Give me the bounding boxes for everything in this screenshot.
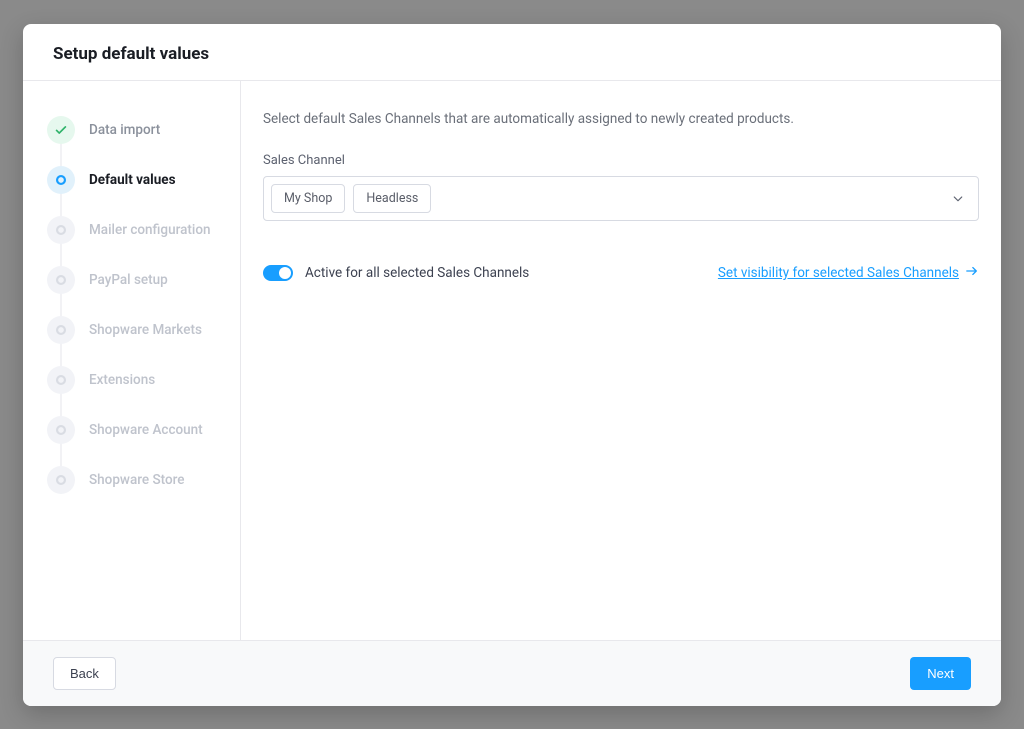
modal-header: Setup default values bbox=[23, 24, 1001, 81]
check-icon bbox=[47, 116, 75, 144]
step-paypal-setup[interactable]: PayPal setup bbox=[47, 255, 240, 305]
step-label: PayPal setup bbox=[89, 272, 168, 288]
active-toggle-wrap: Active for all selected Sales Channels bbox=[263, 265, 529, 281]
circle-active-icon bbox=[47, 166, 75, 194]
step-label: Extensions bbox=[89, 372, 155, 388]
helptext: Select default Sales Channels that are a… bbox=[263, 111, 979, 127]
step-shopware-store[interactable]: Shopware Store bbox=[47, 455, 240, 505]
circle-pending-icon bbox=[47, 366, 75, 394]
modal-footer: Back Next bbox=[23, 640, 1001, 706]
set-visibility-link[interactable]: Set visibility for selected Sales Channe… bbox=[718, 265, 979, 281]
step-label: Mailer configuration bbox=[89, 222, 211, 238]
step-extensions[interactable]: Extensions bbox=[47, 355, 240, 405]
circle-pending-icon bbox=[47, 316, 75, 344]
step-default-values[interactable]: Default values bbox=[47, 155, 240, 205]
sales-channel-select[interactable]: My Shop Headless bbox=[263, 176, 979, 221]
chevron-down-icon bbox=[952, 189, 964, 208]
circle-pending-icon bbox=[47, 416, 75, 444]
circle-pending-icon bbox=[47, 216, 75, 244]
step-label: Shopware Store bbox=[89, 472, 185, 488]
modal-body: Data import Default values Mailer config… bbox=[23, 81, 1001, 640]
step-label: Shopware Markets bbox=[89, 322, 202, 338]
arrow-right-icon bbox=[965, 265, 979, 281]
circle-pending-icon bbox=[47, 466, 75, 494]
sales-channel-tag[interactable]: My Shop bbox=[271, 184, 345, 213]
next-button[interactable]: Next bbox=[910, 657, 971, 690]
sales-channel-tag[interactable]: Headless bbox=[353, 184, 431, 213]
row-controls: Active for all selected Sales Channels S… bbox=[263, 265, 979, 281]
step-list: Data import Default values Mailer config… bbox=[47, 105, 240, 505]
wizard-sidebar: Data import Default values Mailer config… bbox=[23, 81, 241, 640]
page-title: Setup default values bbox=[53, 44, 971, 64]
sales-channel-label: Sales Channel bbox=[263, 153, 979, 168]
active-toggle-label: Active for all selected Sales Channels bbox=[305, 265, 529, 281]
link-text: Set visibility for selected Sales Channe… bbox=[718, 265, 959, 281]
step-data-import[interactable]: Data import bbox=[47, 105, 240, 155]
step-label: Default values bbox=[89, 172, 176, 188]
step-label: Shopware Account bbox=[89, 422, 203, 438]
active-toggle[interactable] bbox=[263, 265, 293, 281]
step-shopware-account[interactable]: Shopware Account bbox=[47, 405, 240, 455]
setup-modal: Setup default values Data import Default… bbox=[23, 24, 1001, 706]
step-label: Data import bbox=[89, 122, 160, 138]
circle-pending-icon bbox=[47, 266, 75, 294]
back-button[interactable]: Back bbox=[53, 657, 116, 690]
content-panel: Select default Sales Channels that are a… bbox=[241, 81, 1001, 640]
step-shopware-markets[interactable]: Shopware Markets bbox=[47, 305, 240, 355]
step-mailer-configuration[interactable]: Mailer configuration bbox=[47, 205, 240, 255]
